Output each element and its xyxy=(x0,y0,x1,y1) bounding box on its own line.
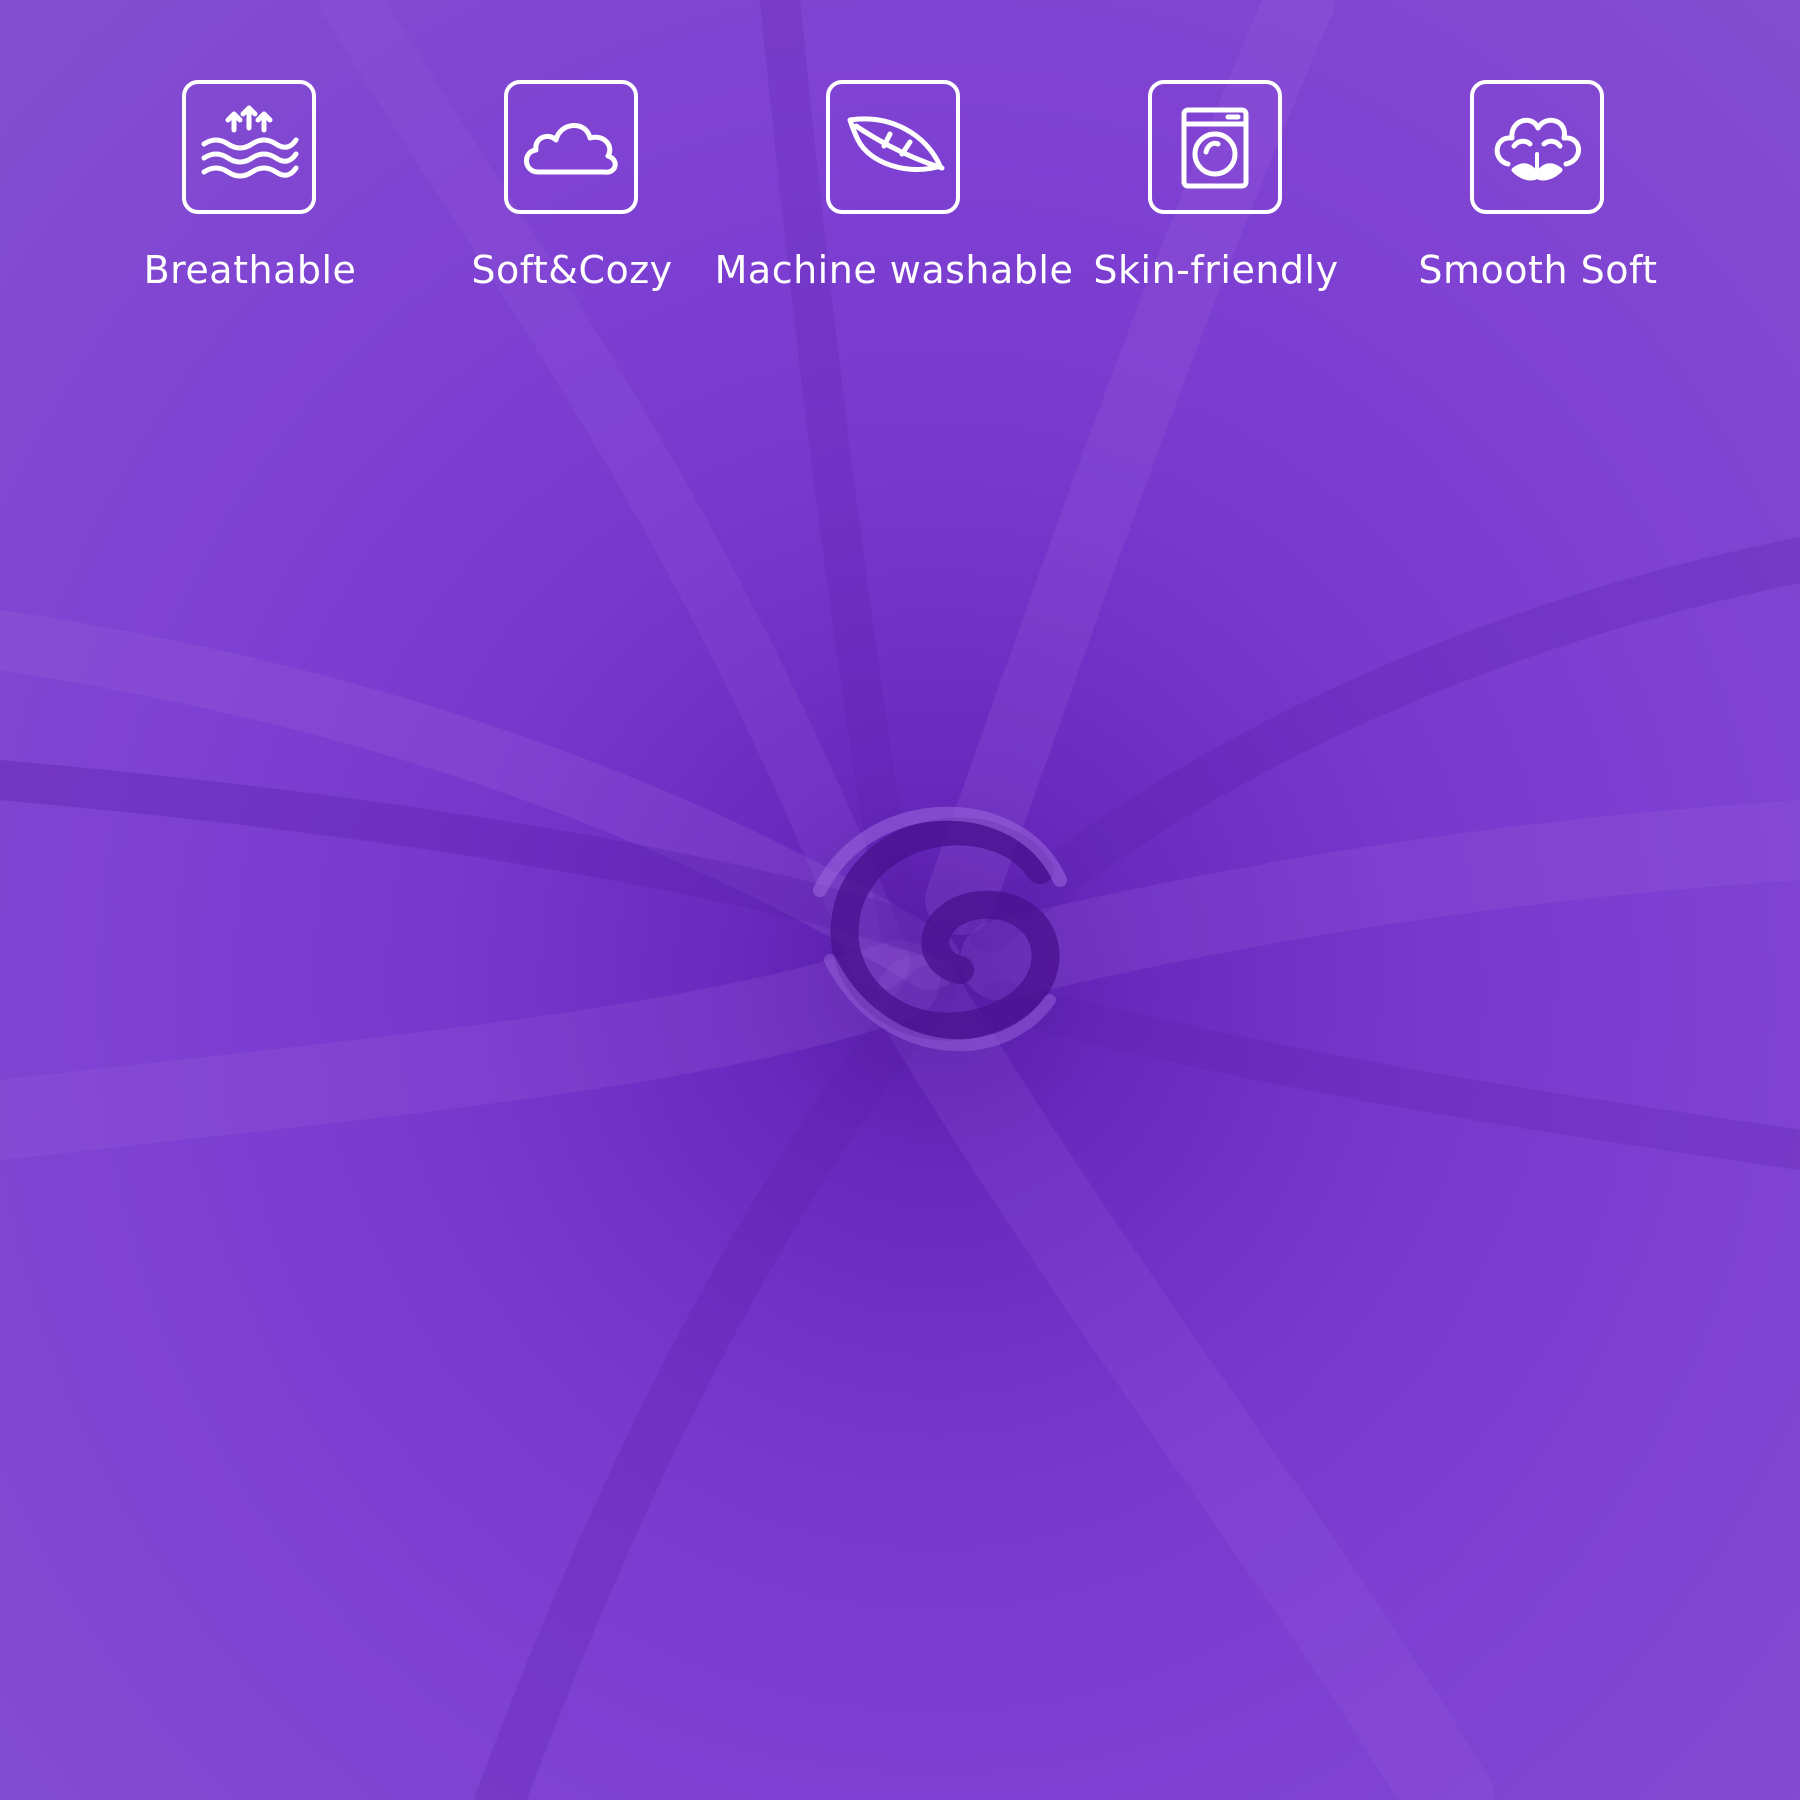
feature-skin-friendly: Skin-friendly xyxy=(1036,80,1396,320)
feature-label: Smooth Soft xyxy=(1418,248,1658,292)
breathable-waves-arrows-icon xyxy=(182,80,316,214)
product-image: Breathable Soft&Cozy Machine washable Sk… xyxy=(0,0,1800,1800)
feature-soft-cozy: Soft&Cozy xyxy=(392,80,752,320)
feature-label: Machine washable xyxy=(714,248,1074,292)
feature-machine-washable: Machine washable xyxy=(714,80,1074,320)
cotton-flower-icon xyxy=(1470,80,1604,214)
cloud-icon xyxy=(504,80,638,214)
feature-label: Skin-friendly xyxy=(1093,248,1339,292)
leaf-icon xyxy=(826,80,960,214)
feature-smooth-soft: Smooth Soft xyxy=(1358,80,1718,320)
washing-machine-icon xyxy=(1148,80,1282,214)
feature-breathable: Breathable xyxy=(70,80,430,320)
feature-label: Breathable xyxy=(143,248,357,292)
feature-row: Breathable Soft&Cozy Machine washable Sk… xyxy=(0,0,1800,320)
feature-label: Soft&Cozy xyxy=(471,248,673,292)
